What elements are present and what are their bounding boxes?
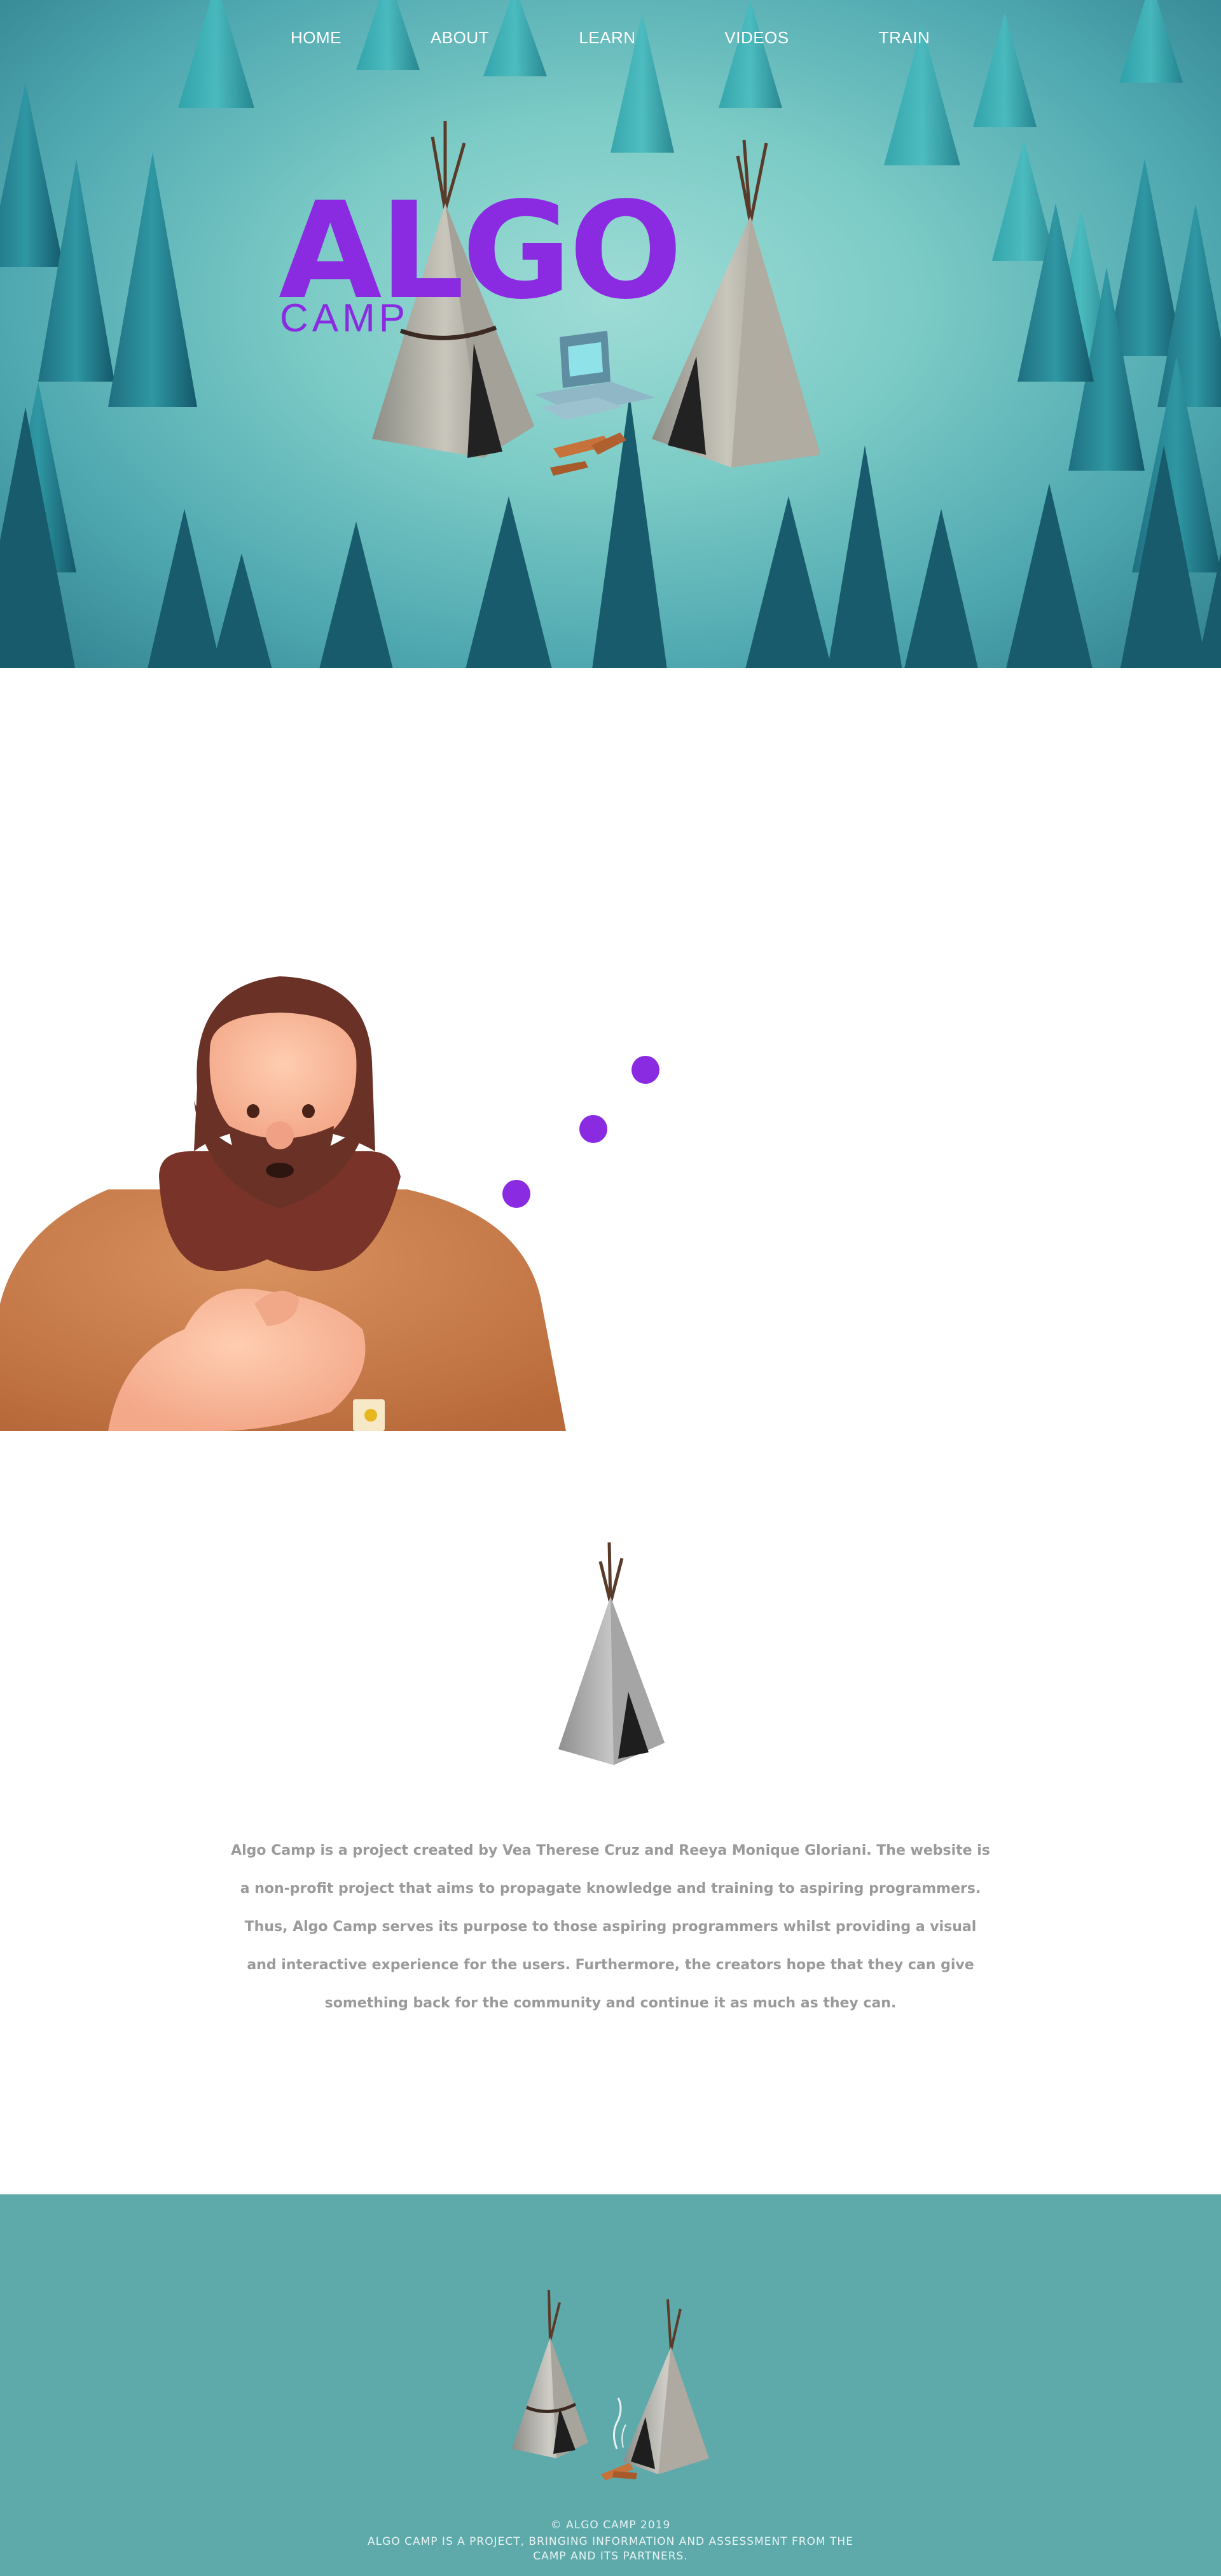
thought-dot-medium <box>579 1115 607 1143</box>
tent-illustration <box>558 1542 665 1765</box>
footer-tent-right <box>623 2299 709 2474</box>
campfire-icon <box>601 2397 637 2481</box>
footer: © ALGO CAMP 2019 ALGO CAMP IS A PROJECT,… <box>0 2194 1221 2576</box>
thought-dot-small <box>502 1180 530 1208</box>
nav-about[interactable]: ABOUT <box>431 28 489 48</box>
about-description: Algo Camp is a project created by Vea Th… <box>231 1843 990 2011</box>
logo-subtitle: CAMP <box>280 296 410 340</box>
forest-camp-illustration <box>0 0 1221 668</box>
footer-tent-left <box>512 2290 588 2458</box>
hero-banner: HOME ABOUT LEARN VIDEOS TRAIN ALGO CAMP <box>0 0 1221 668</box>
main-navigation: HOME ABOUT LEARN VIDEOS TRAIN <box>0 28 1221 53</box>
thought-dot-large <box>631 1056 659 1084</box>
nav-videos[interactable]: VIDEOS <box>724 28 789 48</box>
footer-copyright: © ALGO CAMP 2019 <box>550 2519 671 2531</box>
footer-description: ALGO CAMP IS A PROJECT, BRINGING INFORMA… <box>368 2535 853 2563</box>
nav-learn[interactable]: LEARN <box>579 28 635 48</box>
footer-camp-illustration <box>512 2290 709 2481</box>
nav-home[interactable]: HOME <box>291 28 341 48</box>
nav-train[interactable]: TRAIN <box>879 28 930 48</box>
bearded-man-illustration <box>0 976 566 1431</box>
character-section <box>0 668 1221 1431</box>
